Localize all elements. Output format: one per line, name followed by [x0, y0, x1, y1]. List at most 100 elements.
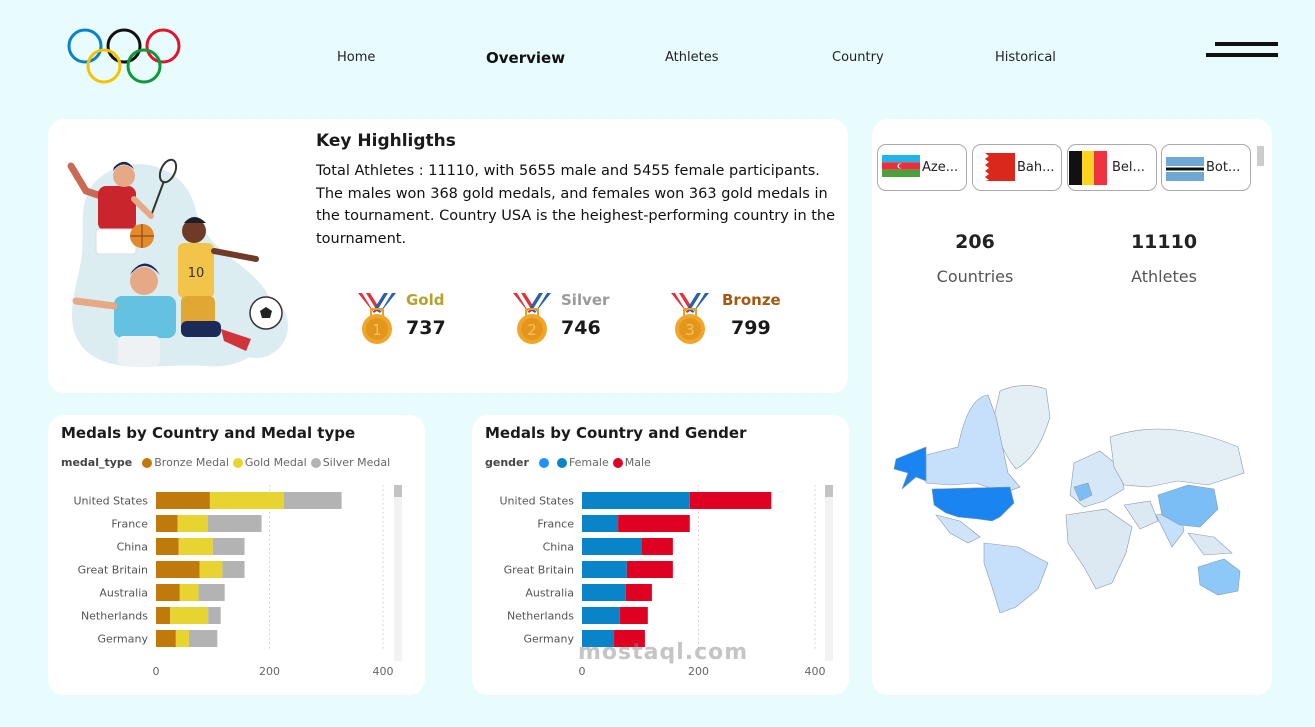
legend-bronze-label[interactable]: Bronze Medal [154, 456, 229, 469]
x-tick-label: 0 [153, 665, 160, 678]
bar-bronze-medal[interactable] [156, 561, 200, 578]
nav-athletes[interactable]: Athletes [665, 50, 718, 65]
bar-bronze-medal[interactable] [156, 630, 176, 647]
bar-bronze-medal[interactable] [156, 492, 210, 509]
bar-bronze-medal[interactable] [156, 607, 171, 624]
flag-name: Bot... [1206, 160, 1241, 175]
silver-label: Silver [561, 291, 610, 309]
azerbaijan-flag-icon [882, 155, 920, 177]
bar-male[interactable] [618, 515, 690, 532]
bar-bronze-medal[interactable] [156, 584, 180, 601]
legend-title: gender [485, 456, 529, 469]
legend-silver-label[interactable]: Silver Medal [323, 456, 390, 469]
chart-scrollbar[interactable] [394, 485, 402, 661]
watermark: mostaql.com [578, 640, 749, 665]
flag-name: Aze... [922, 160, 959, 175]
country-slicer-botswana[interactable]: Bot... [1161, 144, 1251, 191]
x-tick-label: 400 [805, 665, 826, 678]
scrollbar-thumb[interactable] [825, 485, 833, 497]
gold-medal-icon: 1 [358, 293, 396, 344]
bronze-value: 799 [731, 317, 771, 339]
chart-scrollbar[interactable] [825, 485, 833, 661]
slicer-scrollbar[interactable] [1257, 146, 1264, 166]
category-label: United States [74, 495, 149, 508]
bar-gold-medal[interactable] [209, 492, 284, 509]
category-label: Australia [99, 587, 148, 600]
bar-silver-medal[interactable] [222, 561, 245, 578]
category-label: Great Britain [504, 564, 574, 577]
nav-country[interactable]: Country [832, 50, 884, 65]
bar-silver-medal[interactable] [207, 515, 262, 532]
bar-female[interactable] [582, 561, 627, 578]
bar-female[interactable] [582, 607, 620, 624]
legend-female-label[interactable]: Female [569, 456, 609, 469]
x-tick-label: 200 [688, 665, 709, 678]
category-label: Germany [523, 633, 574, 646]
bar-male[interactable] [689, 492, 772, 509]
legend-male-label[interactable]: Male [625, 456, 651, 469]
bar-silver-medal[interactable] [208, 607, 221, 624]
bar-female[interactable] [582, 538, 642, 555]
legend-gold-label[interactable]: Gold Medal [245, 456, 307, 469]
category-label: France [537, 518, 574, 531]
x-tick-label: 0 [579, 665, 586, 678]
chart-title: Medals by Country and Medal type [61, 424, 356, 442]
nav-historical[interactable]: Historical [995, 50, 1056, 65]
map-southeast-asia [1187, 532, 1233, 556]
country-overview-card: Aze... Bah... Bel... Bot... 206 Countrie… [872, 119, 1272, 695]
category-label: United States [500, 495, 575, 508]
highlights-text: Total Athletes : 11110, with 5655 male a… [316, 163, 836, 247]
legend-female-dot [556, 457, 567, 468]
scrollbar-thumb[interactable] [394, 485, 402, 497]
category-label: China [117, 541, 148, 554]
bar-bronze-medal[interactable] [156, 515, 178, 532]
bar-female[interactable] [582, 515, 619, 532]
olympic-rings-logo [67, 28, 181, 84]
bar-female[interactable] [582, 584, 626, 601]
medal-type-bar-chart: 0 200 400 United States France China Great Bri… [74, 485, 394, 678]
bar-male[interactable] [619, 607, 648, 624]
bar-silver-medal[interactable] [212, 538, 245, 555]
map-africa [1065, 508, 1133, 590]
bar-gold-medal[interactable] [177, 515, 208, 532]
legend-blank-dot [538, 457, 549, 468]
bar-gold-medal[interactable] [199, 561, 223, 578]
botswana-flag-icon [1166, 157, 1204, 181]
category-label: Germany [97, 633, 148, 646]
hamburger-menu-icon[interactable] [1205, 40, 1279, 62]
bar-gold-medal[interactable] [178, 538, 213, 555]
map-south-america [983, 542, 1049, 613]
x-tick-label: 200 [259, 665, 280, 678]
bar-silver-medal[interactable] [198, 584, 225, 601]
bar-bronze-medal[interactable] [156, 538, 179, 555]
athletes-count: 11110 [1130, 231, 1198, 253]
country-slicer-belgium[interactable]: Bel... [1067, 144, 1157, 191]
map-alaska [893, 446, 927, 490]
countries-label: Countries [936, 267, 1014, 286]
nav-overview[interactable]: Overview [486, 49, 565, 67]
key-highlights-card: 10 Key Highligths Total Athletes : 11110… [48, 119, 848, 393]
chart-title: Medals by Country and Gender [485, 424, 747, 442]
category-label: France [111, 518, 148, 531]
bar-male[interactable] [641, 538, 673, 555]
country-slicer-bahrain[interactable]: Bah... [972, 144, 1062, 191]
bar-silver-medal[interactable] [283, 492, 342, 509]
flag-name: Bah... [1017, 160, 1055, 175]
nav-home[interactable]: Home [337, 50, 375, 65]
bar-male[interactable] [626, 561, 673, 578]
bar-silver-medal[interactable] [188, 630, 218, 647]
map-mexico [935, 514, 981, 544]
bar-gold-medal[interactable] [175, 630, 189, 647]
gold-value: 737 [406, 317, 446, 339]
bar-female[interactable] [582, 492, 690, 509]
category-label: Australia [525, 587, 574, 600]
world-map[interactable] [888, 377, 1258, 613]
bar-male[interactable] [625, 584, 652, 601]
bahrain-flag-icon [977, 153, 1015, 181]
country-slicer-azerbaijan[interactable]: Aze... [877, 144, 967, 191]
medals-by-country-medal-type-card: Medals by Country and Medal type medal_t… [48, 415, 425, 695]
bar-gold-medal[interactable] [170, 607, 209, 624]
athletes-label: Athletes [1131, 267, 1197, 286]
bar-gold-medal[interactable] [179, 584, 199, 601]
highlights-title: Key Highligths [316, 131, 456, 151]
